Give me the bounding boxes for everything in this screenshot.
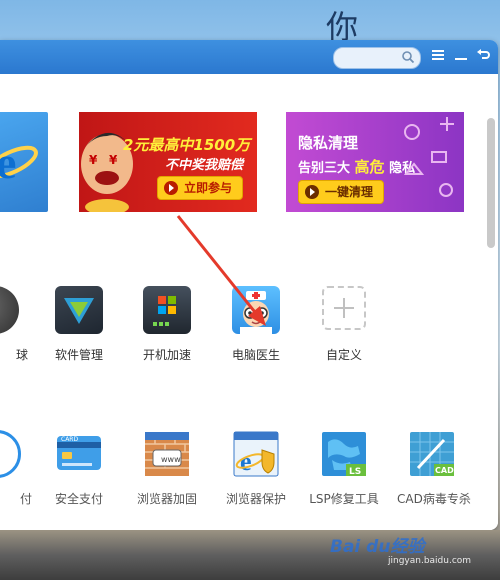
desktop-road-background (0, 530, 500, 580)
watermark: Bai du经验 (330, 537, 425, 557)
search-icon[interactable] (401, 50, 415, 64)
title-bar (0, 40, 498, 74)
back-icon[interactable] (475, 48, 491, 64)
menu-icon[interactable] (430, 48, 446, 64)
content-area: e ¥ ¥ 2元最高中1500万 不中奖我赔偿 立即参与 隐私清理 告别三大 高… (0, 74, 498, 530)
app-window: e ¥ ¥ 2元最高中1500万 不中奖我赔偿 立即参与 隐私清理 告别三大 高… (0, 40, 498, 530)
watermark-url: jingyan.baidu.com (388, 556, 472, 566)
minimize-icon[interactable] (453, 48, 469, 64)
search-box[interactable] (333, 47, 421, 69)
annotation-arrow (176, 215, 266, 326)
